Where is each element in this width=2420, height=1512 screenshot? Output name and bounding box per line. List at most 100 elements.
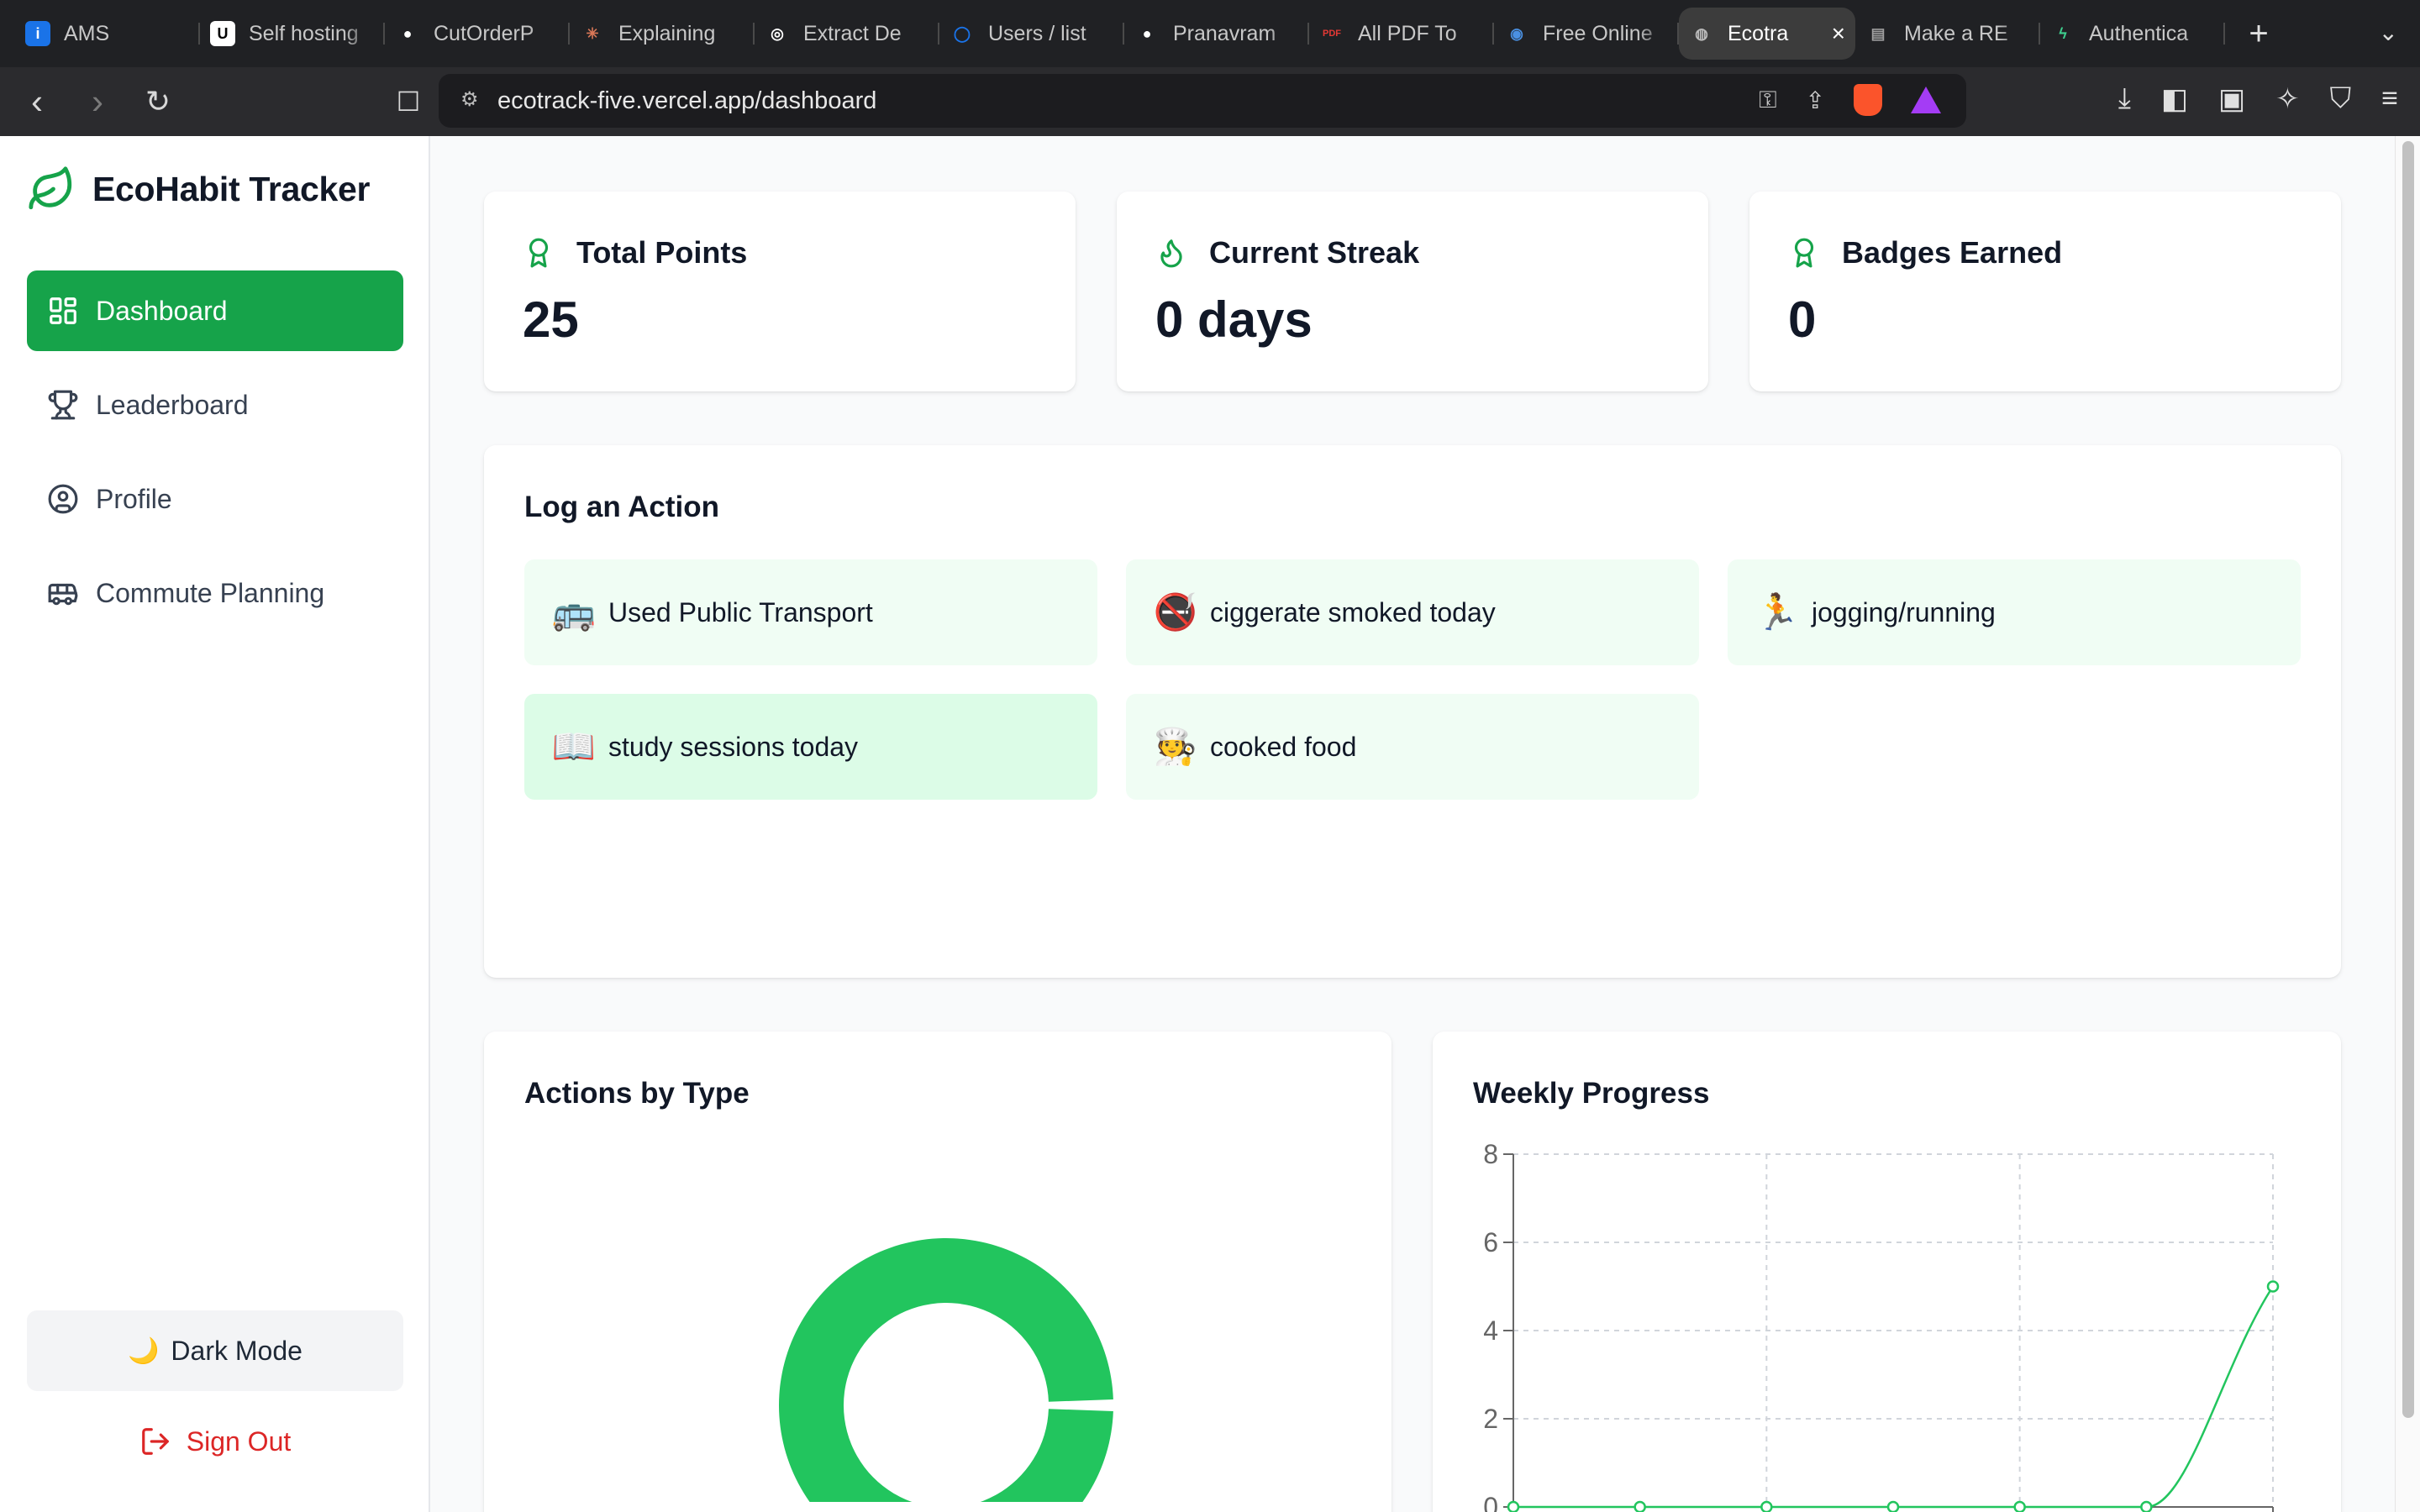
menu-icon[interactable]: ≡ bbox=[2381, 82, 2398, 116]
url-text: ecotrack-five.vercel.app/dashboard bbox=[497, 87, 877, 114]
sidebar-item-label: Profile bbox=[96, 483, 172, 514]
sidebar-item-leaderboard[interactable]: Leaderboard bbox=[27, 365, 403, 445]
browser-tab-label: Extract De bbox=[803, 21, 902, 45]
stat-title: Badges Earned bbox=[1842, 235, 2063, 270]
bus-emoji-icon: 🚌 bbox=[551, 591, 597, 632]
no-smoking-emoji-icon: 🚭 bbox=[1153, 591, 1198, 632]
browser-tab[interactable]: ▤ Make a RE bbox=[1855, 8, 2040, 60]
brand[interactable]: EcoHabit Tracker bbox=[27, 165, 370, 213]
close-tab-icon[interactable]: × bbox=[1832, 20, 1845, 47]
stat-card-current-streak: Current Streak 0 days bbox=[1117, 192, 1708, 391]
stat-value: 0 days bbox=[1155, 291, 1313, 348]
weekly-progress-line-chart: 024682025-04-172025-04-192025-04-212025-… bbox=[1483, 1139, 2280, 1512]
browser-tab[interactable]: ◉ Free Online bbox=[1494, 8, 1679, 60]
browser-tab[interactable]: U Self hosting bbox=[200, 8, 385, 60]
back-icon[interactable]: ‹ bbox=[13, 81, 60, 122]
tab-list-chevron-icon[interactable]: ⌄ bbox=[2379, 18, 2398, 46]
actions-by-type-card: Actions by Type bbox=[484, 1032, 1392, 1512]
u-icon: U bbox=[210, 21, 235, 46]
browser-tab[interactable]: ◍ Ecotra × bbox=[1679, 8, 1855, 60]
browser-tab[interactable]: i AMS bbox=[15, 8, 200, 60]
browser-tab-label: All PDF To bbox=[1358, 21, 1457, 45]
sidebar-item-dashboard[interactable]: Dashboard bbox=[27, 270, 403, 351]
sidebar-item-label: Leaderboard bbox=[96, 389, 249, 420]
vpn-shield-icon[interactable]: ⛉ bbox=[2330, 82, 2352, 116]
dashboard-icon bbox=[50, 297, 76, 324]
data-point bbox=[2013, 1500, 2026, 1512]
leaf-icon bbox=[29, 166, 72, 210]
y-tick-label: 2 bbox=[1483, 1404, 1498, 1434]
action-label: jogging/running bbox=[1812, 596, 1996, 627]
cook-emoji-icon: 🧑‍🍳 bbox=[1153, 726, 1198, 766]
wallet-icon[interactable]: ▣ bbox=[2218, 82, 2245, 116]
action-button-study[interactable]: 📖 study sessions today bbox=[524, 694, 1097, 800]
y-tick-label: 8 bbox=[1483, 1139, 1498, 1169]
dashboard-main: Total Points 25 Current Streak 0 days Ba… bbox=[430, 136, 2395, 1512]
pdf-icon: PDF bbox=[1323, 29, 1341, 39]
browser-tab-label: Free Online bbox=[1543, 21, 1653, 45]
data-point bbox=[1634, 1500, 1646, 1512]
y-tick-label: 0 bbox=[1483, 1492, 1498, 1512]
browser-tab[interactable]: ✳ Explaining bbox=[570, 8, 755, 60]
moon-icon: 🌙 bbox=[128, 1336, 160, 1365]
download-icon[interactable]: ⤓ bbox=[2118, 82, 2131, 116]
action-button-public-transport[interactable]: 🚌 Used Public Transport bbox=[524, 559, 1097, 665]
leo-ai-icon[interactable]: ✧ bbox=[2275, 82, 2300, 116]
action-label: Used Public Transport bbox=[608, 596, 873, 627]
browser-tab-label: AMS bbox=[64, 21, 110, 45]
scrollbar-thumb[interactable] bbox=[2402, 141, 2414, 1418]
site-settings-icon[interactable]: ⚙ bbox=[460, 87, 484, 113]
browser-toolbar: ‹ › ↻ ☐ ⚙ ecotrack-five.vercel.app/dashb… bbox=[0, 67, 2420, 136]
browser-tab-label: Authentica bbox=[2089, 21, 2189, 45]
browser-tab-label: Explaining bbox=[618, 21, 716, 45]
bookmark-icon[interactable]: ☐ bbox=[385, 86, 432, 118]
browser-tab[interactable]: ● CutOrderP bbox=[385, 8, 570, 60]
sidebar-item-profile[interactable]: Profile bbox=[27, 459, 403, 539]
browser-tab[interactable]: ◯ Users / list bbox=[939, 8, 1124, 60]
share-icon[interactable]: ⇪ bbox=[1806, 87, 1825, 114]
stat-title: Total Points bbox=[576, 235, 748, 270]
sidebar-toggle-icon[interactable]: ◧ bbox=[2161, 82, 2188, 116]
user-circle-icon bbox=[48, 484, 78, 514]
key-icon[interactable]: ⚿ bbox=[1759, 87, 1776, 114]
bus-icon bbox=[48, 583, 78, 606]
action-label: cooked food bbox=[1210, 731, 1357, 762]
sidebar-item-commute-planning[interactable]: Commute Planning bbox=[27, 553, 403, 633]
bolt-icon: ϟ bbox=[2059, 24, 2067, 42]
circle-icon: ◯ bbox=[953, 24, 971, 42]
browser-tab[interactable]: PDF All PDF To bbox=[1309, 8, 1494, 60]
action-label: ciggerate smoked today bbox=[1210, 596, 1496, 627]
new-tab-icon[interactable]: + bbox=[2242, 15, 2275, 53]
browser-tab-label: Users / list bbox=[988, 21, 1086, 45]
runner-emoji-icon: 🏃 bbox=[1754, 591, 1800, 632]
dark-mode-label: Dark Mode bbox=[171, 1335, 302, 1366]
sign-out-label: Sign Out bbox=[186, 1425, 292, 1457]
dark-mode-toggle[interactable]: 🌙 Dark Mode bbox=[27, 1310, 403, 1391]
action-button-jogging[interactable]: 🏃 jogging/running bbox=[1728, 559, 2301, 665]
tab-separator bbox=[2223, 23, 2225, 45]
page-scrollbar[interactable] bbox=[2395, 136, 2420, 1512]
sign-out-button[interactable]: Sign Out bbox=[27, 1408, 403, 1475]
action-button-cooked-food[interactable]: 🧑‍🍳 cooked food bbox=[1126, 694, 1699, 800]
sidebar-item-label: Dashboard bbox=[96, 295, 228, 326]
address-bar[interactable]: ⚙ ecotrack-five.vercel.app/dashboard ⚿ ⇪ bbox=[439, 74, 1966, 128]
brave-rewards-icon[interactable] bbox=[1911, 87, 1941, 113]
forward-icon[interactable]: › bbox=[74, 81, 121, 122]
reload-icon[interactable]: ↻ bbox=[134, 84, 182, 119]
sidebar: EcoHabit Tracker Dashboard Leaderboard P… bbox=[0, 136, 430, 1512]
action-button-cigarette[interactable]: 🚭 ciggerate smoked today bbox=[1126, 559, 1699, 665]
browser-tab[interactable]: ϟ Authentica bbox=[2040, 8, 2225, 60]
globe-icon: ◍ bbox=[1695, 24, 1708, 42]
browser-tab[interactable]: ◎ Extract De bbox=[755, 8, 939, 60]
log-action-card: Log an Action 🚌 Used Public Transport 🚭 … bbox=[484, 445, 2341, 978]
browser-tab[interactable]: ● Pranavram bbox=[1124, 8, 1309, 60]
stat-card-badges-earned: Badges Earned 0 bbox=[1749, 192, 2341, 391]
doc-icon: ▤ bbox=[1870, 24, 1886, 42]
stat-value: 25 bbox=[523, 291, 579, 348]
data-point bbox=[1886, 1500, 1900, 1512]
data-point bbox=[2140, 1500, 2153, 1512]
claude-icon: ✳ bbox=[586, 24, 599, 42]
action-label: study sessions today bbox=[608, 731, 859, 762]
brave-shield-icon[interactable] bbox=[1854, 84, 1882, 116]
actions-by-type-donut-chart bbox=[779, 1238, 1113, 1502]
